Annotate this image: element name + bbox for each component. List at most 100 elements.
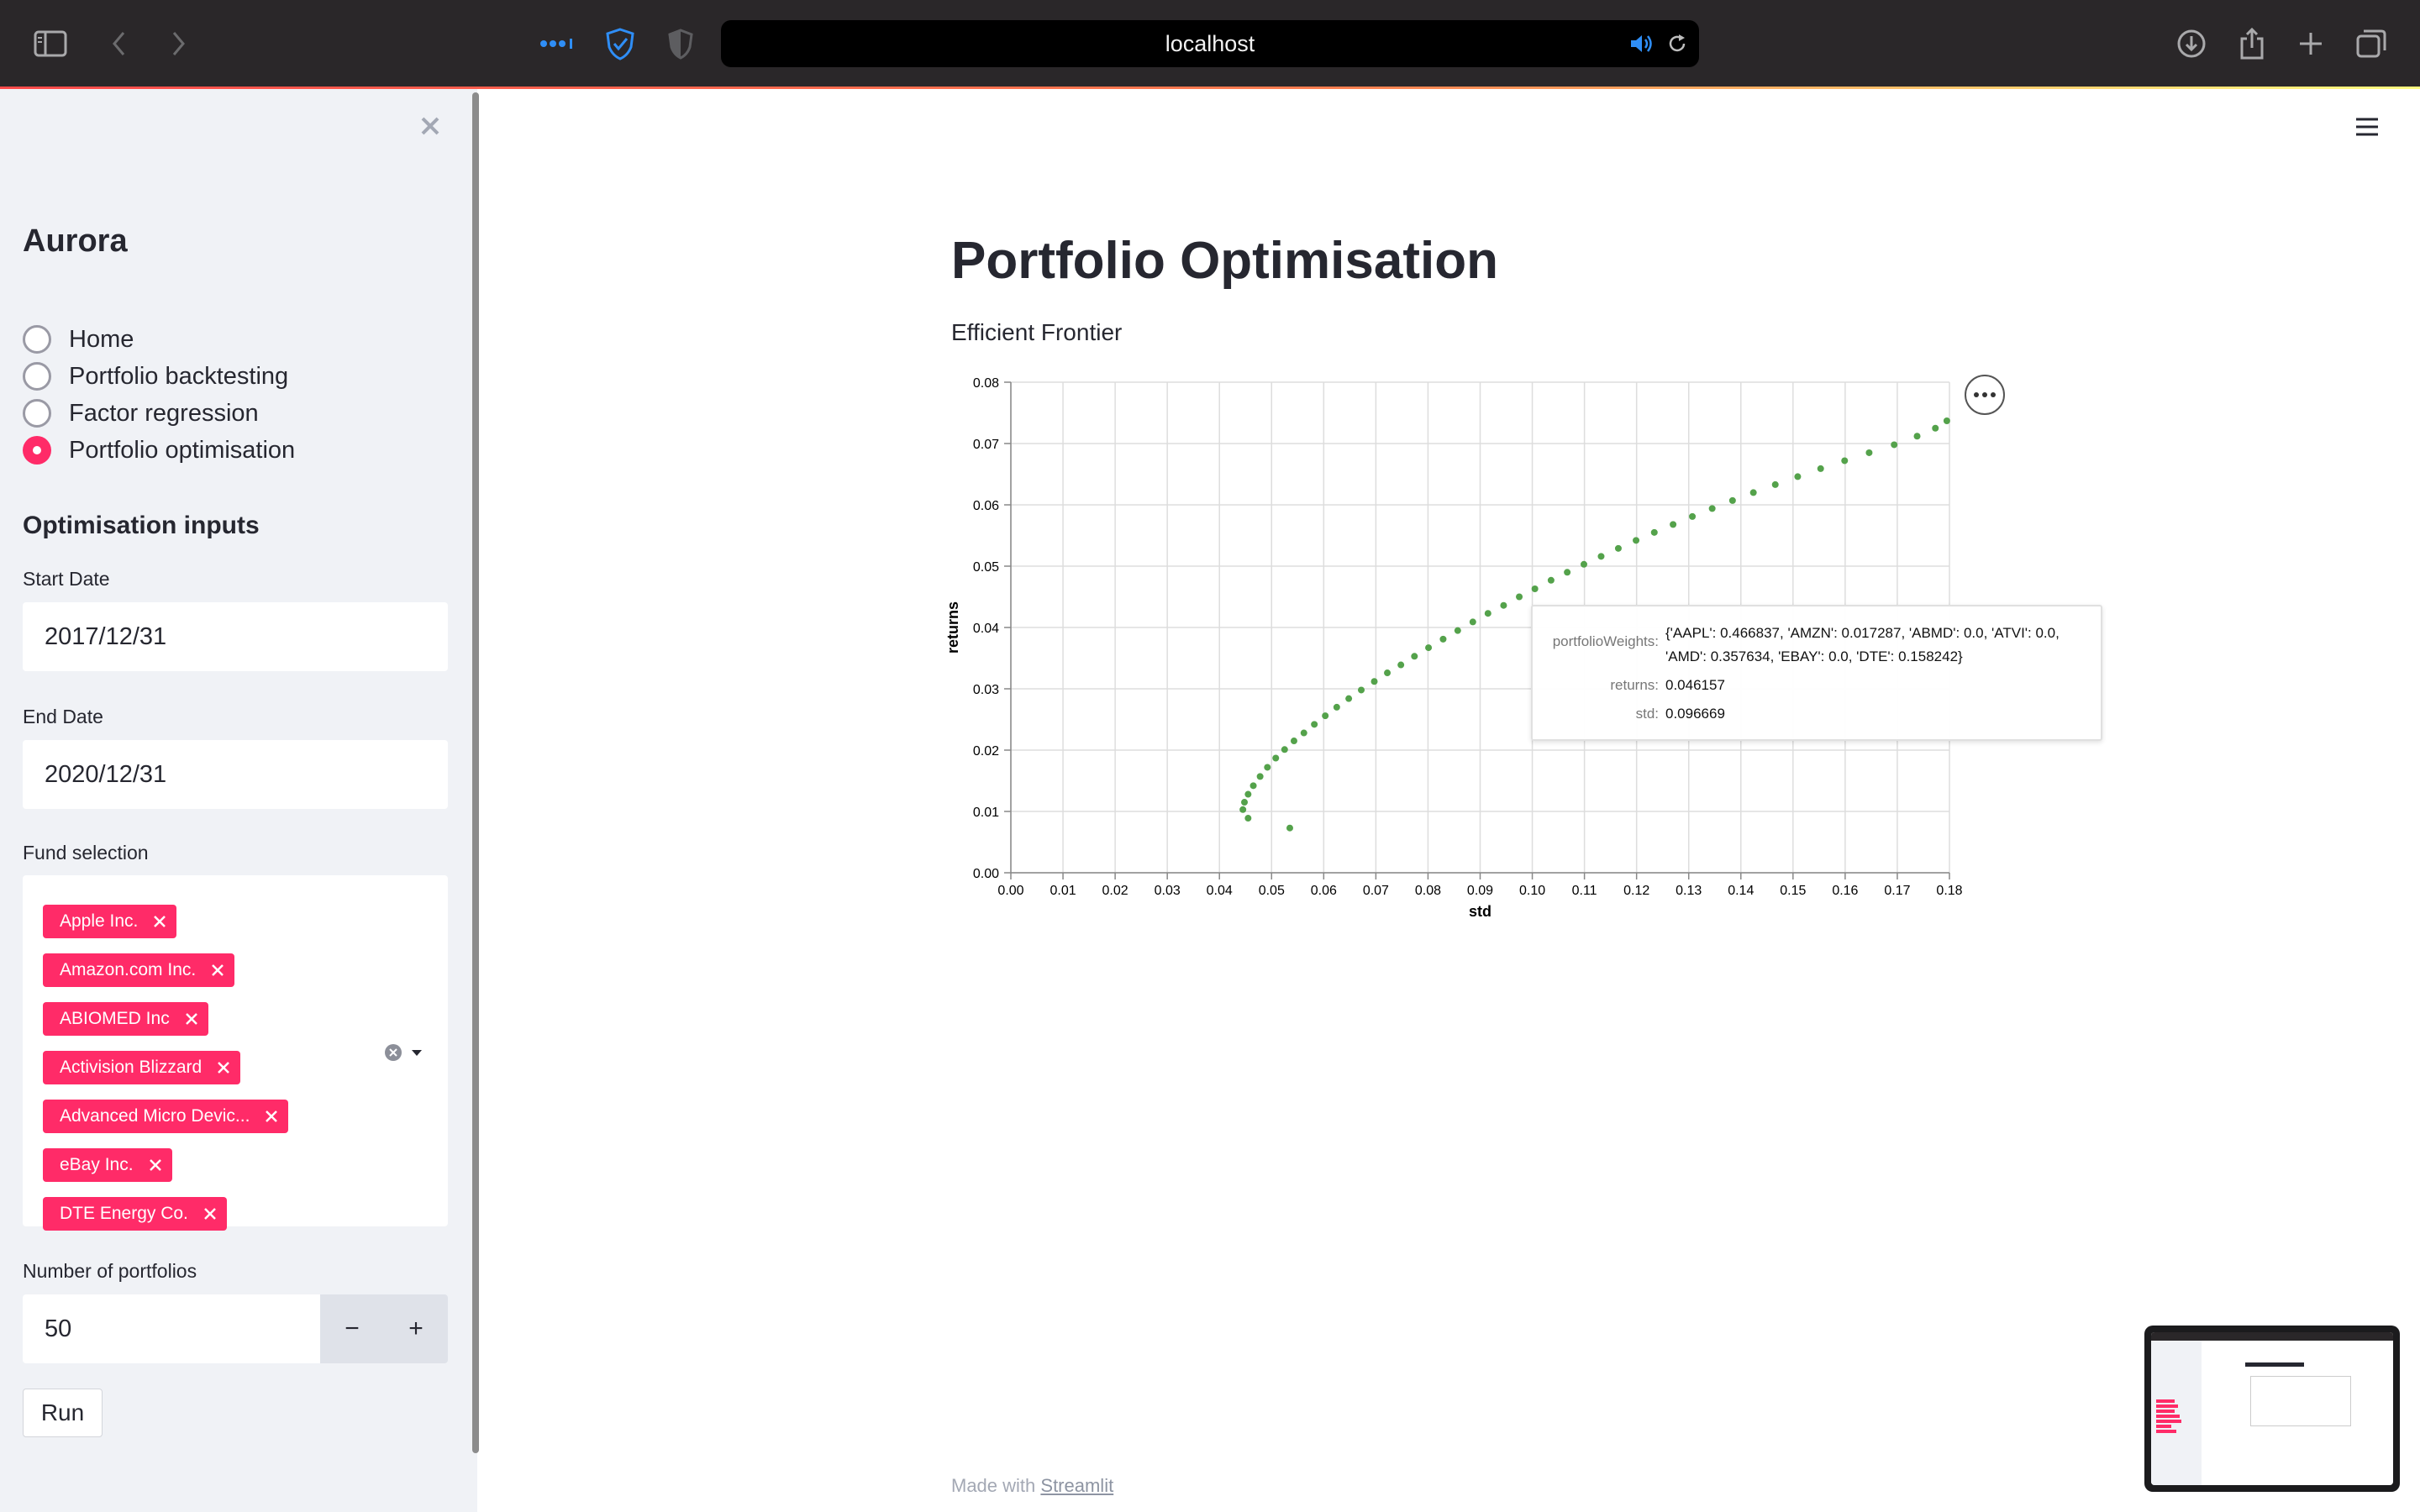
- y-tick-label: 0.04: [973, 622, 999, 636]
- start-date-input[interactable]: 2017/12/31: [23, 602, 448, 671]
- end-date-input[interactable]: 2020/12/31: [23, 740, 448, 809]
- portfolio-point[interactable]: [1500, 601, 1507, 609]
- remove-chip-icon[interactable]: [143, 905, 176, 938]
- portfolio-point[interactable]: [1281, 746, 1288, 753]
- portfolio-point[interactable]: [1454, 627, 1461, 634]
- portfolio-point[interactable]: [1370, 678, 1378, 685]
- portfolio-point[interactable]: [1794, 473, 1802, 480]
- streamlit-link[interactable]: Streamlit: [1040, 1475, 1113, 1496]
- chevron-down-icon[interactable]: [409, 1047, 424, 1058]
- remove-chip-icon[interactable]: [193, 1197, 227, 1231]
- portfolio-point[interactable]: [1322, 712, 1329, 720]
- portfolio-point[interactable]: [1689, 512, 1697, 520]
- portfolio-point[interactable]: [1286, 824, 1293, 832]
- portfolio-point[interactable]: [1516, 593, 1523, 601]
- decrement-button[interactable]: −: [320, 1294, 384, 1363]
- new-tab-icon[interactable]: [2287, 20, 2334, 67]
- back-icon[interactable]: [96, 20, 143, 67]
- increment-button[interactable]: +: [384, 1294, 448, 1363]
- radio-icon[interactable]: [23, 362, 51, 391]
- portfolio-point[interactable]: [1244, 790, 1252, 798]
- portfolio-point[interactable]: [1290, 738, 1297, 745]
- portfolio-point[interactable]: [1597, 553, 1605, 560]
- portfolio-point[interactable]: [1249, 782, 1257, 790]
- portfolio-point[interactable]: [1358, 686, 1365, 694]
- portfolio-point[interactable]: [1841, 457, 1849, 465]
- tooltip-std-key: std:: [1635, 706, 1659, 722]
- portfolio-point[interactable]: [1484, 610, 1491, 617]
- radio-selected-icon[interactable]: [23, 436, 51, 465]
- remove-chip-icon[interactable]: [175, 1002, 208, 1036]
- x-tick-label: 0.03: [1155, 884, 1181, 898]
- portfolio-point[interactable]: [1241, 799, 1249, 806]
- remove-chip-icon[interactable]: [207, 1051, 240, 1084]
- portfolio-point[interactable]: [1749, 489, 1757, 496]
- sidebar-toggle-icon[interactable]: [27, 20, 74, 67]
- x-tick-label: 0.10: [1519, 884, 1545, 898]
- remove-chip-icon[interactable]: [139, 1148, 172, 1182]
- reload-icon[interactable]: [1665, 32, 1689, 60]
- num-portfolios-input[interactable]: 50: [23, 1294, 320, 1363]
- run-button[interactable]: Run: [23, 1389, 103, 1437]
- fund-chip-label: Advanced Micro Devic...: [60, 1106, 250, 1126]
- portfolio-point[interactable]: [1932, 424, 1939, 432]
- portfolio-point[interactable]: [1670, 521, 1677, 528]
- share-icon[interactable]: [2228, 20, 2275, 67]
- radio-icon[interactable]: [23, 325, 51, 354]
- portfolio-point[interactable]: [1311, 721, 1318, 728]
- tab-overview-icon[interactable]: [2348, 20, 2395, 67]
- portfolio-point[interactable]: [1425, 644, 1433, 652]
- main-menu-icon[interactable]: [2353, 114, 2381, 139]
- portfolio-point[interactable]: [1239, 806, 1247, 813]
- portfolio-point[interactable]: [1439, 635, 1447, 643]
- portfolio-point[interactable]: [1411, 653, 1418, 660]
- portfolio-point[interactable]: [1633, 537, 1640, 544]
- start-date-label: Start Date: [23, 568, 110, 590]
- radio-icon[interactable]: [23, 399, 51, 428]
- portfolio-point[interactable]: [1943, 417, 1950, 424]
- close-sidebar-icon[interactable]: [412, 108, 449, 144]
- remove-chip-icon[interactable]: [255, 1100, 288, 1133]
- download-icon[interactable]: [2168, 20, 2215, 67]
- address-bar[interactable]: localhost: [721, 20, 1699, 67]
- portfolio-point[interactable]: [1650, 528, 1658, 536]
- speaker-icon[interactable]: [1628, 32, 1654, 60]
- portfolio-point[interactable]: [1264, 764, 1271, 771]
- portfolio-point[interactable]: [1728, 496, 1736, 504]
- portfolio-point[interactable]: [1333, 703, 1340, 711]
- portfolio-point[interactable]: [1913, 433, 1921, 440]
- portfolio-point[interactable]: [1345, 695, 1353, 702]
- portfolio-point[interactable]: [1580, 560, 1587, 568]
- portfolio-point[interactable]: [1564, 569, 1571, 576]
- extension-dots-icon[interactable]: [534, 20, 581, 67]
- portfolio-point[interactable]: [1817, 465, 1824, 472]
- portfolio-point[interactable]: [1256, 773, 1264, 780]
- portfolio-point[interactable]: [1384, 669, 1392, 677]
- portfolio-point[interactable]: [1531, 585, 1539, 593]
- privacy-shield-icon[interactable]: [657, 20, 704, 67]
- portfolio-point[interactable]: [1708, 505, 1716, 512]
- portfolio-point[interactable]: [1614, 544, 1622, 552]
- portfolio-point[interactable]: [1397, 661, 1405, 669]
- browser-toolbar: localhost: [0, 0, 2420, 87]
- portfolio-point[interactable]: [1891, 441, 1898, 449]
- portfolio-point[interactable]: [1272, 754, 1280, 762]
- shield-icon[interactable]: [597, 20, 644, 67]
- nav-radio-home[interactable]: Home: [23, 323, 134, 356]
- nav-radio-factor-regression[interactable]: Factor regression: [23, 396, 259, 430]
- sidebar-scrollbar[interactable]: [472, 92, 479, 1453]
- portfolio-point[interactable]: [1244, 815, 1252, 822]
- portfolio-point[interactable]: [1469, 618, 1476, 626]
- clear-all-icon[interactable]: [384, 1043, 402, 1062]
- remove-chip-icon[interactable]: [201, 953, 234, 987]
- portfolio-point[interactable]: [1771, 480, 1779, 488]
- chart-actions-button[interactable]: [1965, 375, 2005, 415]
- nav-radio-portfolio-optimisation[interactable]: Portfolio optimisation: [23, 433, 295, 467]
- fund-multiselect[interactable]: Apple Inc. Amazon.com Inc. ABIOMED Inc A…: [23, 875, 448, 1231]
- portfolio-point[interactable]: [1300, 729, 1307, 737]
- window-thumbnail[interactable]: [2144, 1326, 2400, 1492]
- portfolio-point[interactable]: [1547, 576, 1555, 584]
- nav-radio-portfolio-backtesting[interactable]: Portfolio backtesting: [23, 360, 288, 393]
- forward-icon[interactable]: [155, 20, 202, 67]
- portfolio-point[interactable]: [1865, 449, 1873, 456]
